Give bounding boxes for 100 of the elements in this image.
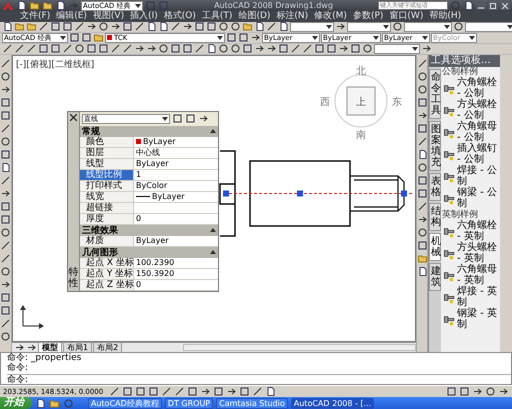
bolt-icon[interactable] (442, 225, 455, 238)
line-icon[interactable] (0, 122, 11, 134)
arrow-icon[interactable] (416, 110, 428, 121)
palette-tab[interactable]: 机械 (429, 232, 441, 261)
menu-item[interactable]: 参数(P) (352, 11, 384, 22)
line-icon[interactable] (252, 386, 264, 398)
square-icon[interactable] (81, 32, 92, 44)
square-icon[interactable] (0, 110, 11, 121)
line-icon[interactable] (416, 58, 428, 69)
menu-item[interactable]: 格式(O) (164, 11, 196, 22)
square-icon[interactable] (50, 21, 61, 32)
dropdown-field[interactable] (374, 44, 420, 54)
line-icon[interactable] (161, 386, 172, 398)
arrow-icon[interactable] (266, 43, 277, 54)
page-icon[interactable] (254, 21, 265, 32)
viewcube-label[interactable]: 北 (356, 66, 366, 77)
arrow-icon[interactable] (0, 84, 11, 95)
shaft-drawing[interactable] (219, 150, 414, 237)
square-icon[interactable] (185, 113, 196, 124)
palette-item[interactable]: 钢梁 - 英制 (457, 309, 503, 330)
square-icon[interactable] (172, 113, 183, 124)
viewcube-drawing[interactable] (334, 74, 388, 128)
arrow-icon[interactable] (200, 386, 212, 398)
square-icon[interactable] (242, 43, 253, 54)
close-icon[interactable] (70, 114, 77, 121)
palette-item[interactable]: 方头螺栓 - 公制 (457, 100, 503, 122)
line-icon[interactable] (0, 240, 11, 251)
close-button[interactable] (500, 1, 510, 10)
square-icon[interactable] (50, 43, 61, 54)
taskbar-button[interactable]: DT GROUP (164, 398, 214, 409)
circle-icon[interactable] (416, 70, 428, 82)
square-icon[interactable] (350, 43, 361, 54)
line-icon[interactable] (109, 386, 120, 398)
line-icon[interactable] (38, 21, 49, 32)
property-row[interactable]: 颜色 ByLayer (80, 136, 218, 148)
line-icon[interactable] (26, 43, 37, 54)
minimize-button[interactable] (476, 1, 486, 10)
arrow-icon[interactable] (182, 21, 193, 32)
palette-item[interactable]: 焊接 - 公制 (457, 166, 503, 188)
circle-icon[interactable] (0, 330, 11, 342)
square-icon[interactable] (182, 43, 193, 54)
bolt-icon[interactable] (442, 291, 455, 304)
bolt-icon[interactable] (442, 313, 455, 326)
arrow-icon[interactable] (472, 386, 483, 398)
square-icon[interactable] (239, 386, 250, 398)
circle-icon[interactable] (0, 266, 11, 277)
arrow-icon[interactable] (254, 43, 265, 54)
arrow-icon[interactable] (198, 113, 209, 124)
line-icon[interactable] (266, 21, 277, 32)
scrollbar[interactable] (183, 344, 416, 352)
square-icon[interactable] (0, 214, 11, 225)
square-icon[interactable] (135, 386, 146, 398)
palette-tab[interactable]: 表格 (429, 172, 441, 201)
circle-icon[interactable] (392, 21, 403, 32)
arrow-icon[interactable] (14, 342, 25, 354)
palette-item[interactable]: 方头螺栓 - 英制 (457, 243, 503, 264)
square-icon[interactable] (213, 386, 224, 398)
square-icon[interactable] (226, 32, 237, 44)
arrow-icon[interactable] (250, 32, 261, 44)
circle-icon[interactable] (218, 43, 229, 54)
dropdown-field[interactable] (290, 22, 334, 32)
square-icon[interactable] (238, 32, 249, 44)
square-icon[interactable] (416, 122, 428, 134)
palette-item[interactable]: 六角螺栓 - 英制 (457, 221, 503, 242)
circle-icon[interactable] (0, 136, 11, 147)
square-icon[interactable] (416, 188, 428, 199)
dropdown-field[interactable] (347, 22, 391, 32)
square-icon[interactable] (416, 96, 428, 108)
square-icon[interactable] (170, 43, 181, 54)
property-row[interactable]: 超链接 (80, 202, 218, 214)
square-icon[interactable] (326, 43, 337, 54)
circle-icon[interactable] (98, 21, 109, 32)
bolt-icon[interactable] (442, 126, 455, 140)
property-row[interactable]: 线宽 ByLayer (80, 192, 218, 203)
circle-icon[interactable] (158, 43, 169, 54)
square-icon[interactable] (98, 43, 109, 54)
line-icon[interactable] (174, 386, 186, 398)
line-icon[interactable] (122, 43, 133, 54)
line-icon[interactable] (14, 43, 25, 54)
line-icon[interactable] (416, 136, 428, 147)
line-icon[interactable] (290, 43, 301, 54)
viewport-label[interactable]: [-][俯视][二维线框] (16, 58, 94, 71)
line-icon[interactable] (194, 43, 205, 54)
palette-item[interactable]: 六角螺母 - 公制 (457, 122, 503, 144)
bolt-icon[interactable] (442, 247, 455, 260)
circle-icon[interactable] (230, 43, 241, 54)
folder-icon[interactable] (26, 21, 37, 32)
line-icon[interactable] (0, 252, 11, 264)
arrow-icon[interactable] (146, 43, 157, 54)
page-icon[interactable] (35, 398, 46, 409)
line-icon[interactable] (0, 318, 11, 329)
palette-item[interactable]: 插入螺钉 - 公制 (457, 144, 503, 166)
circle-icon[interactable] (230, 21, 241, 32)
square-icon[interactable] (446, 386, 457, 398)
property-row[interactable]: 厚度 0 (80, 214, 218, 225)
circle-icon[interactable] (218, 21, 229, 32)
square-icon[interactable] (314, 43, 325, 54)
arrow-icon[interactable] (110, 21, 121, 32)
bolt-icon[interactable] (442, 82, 455, 96)
viewcube-label[interactable]: 上 (356, 96, 366, 108)
